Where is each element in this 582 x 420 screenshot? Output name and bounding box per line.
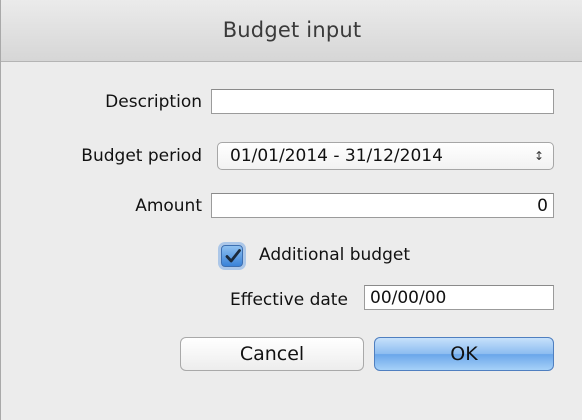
effective-date-label: Effective date <box>230 290 348 310</box>
description-label: Description <box>105 92 202 112</box>
budget-period-label: Budget period <box>81 146 202 166</box>
effective-date-field[interactable]: 00/00/00 <box>364 285 554 310</box>
additional-budget-label[interactable]: Additional budget <box>259 245 410 265</box>
dialog-title: Budget input <box>222 18 362 42</box>
additional-budget-checkbox[interactable] <box>221 245 243 267</box>
title-bar[interactable]: Budget input <box>1 0 582 62</box>
ok-button[interactable]: OK <box>374 337 554 371</box>
amount-label: Amount <box>135 196 202 216</box>
checkmark-icon <box>225 249 241 263</box>
amount-field[interactable]: 0 <box>211 193 554 218</box>
budget-input-dialog: Budget input Description Budget period 0… <box>0 0 582 420</box>
description-field[interactable] <box>211 89 554 114</box>
up-down-arrows-icon: ↕ <box>533 149 544 163</box>
budget-period-select[interactable]: 01/01/2014 - 31/12/2014 ↕ <box>217 142 554 170</box>
cancel-button[interactable]: Cancel <box>180 337 364 371</box>
budget-period-value: 01/01/2014 - 31/12/2014 <box>230 146 443 166</box>
